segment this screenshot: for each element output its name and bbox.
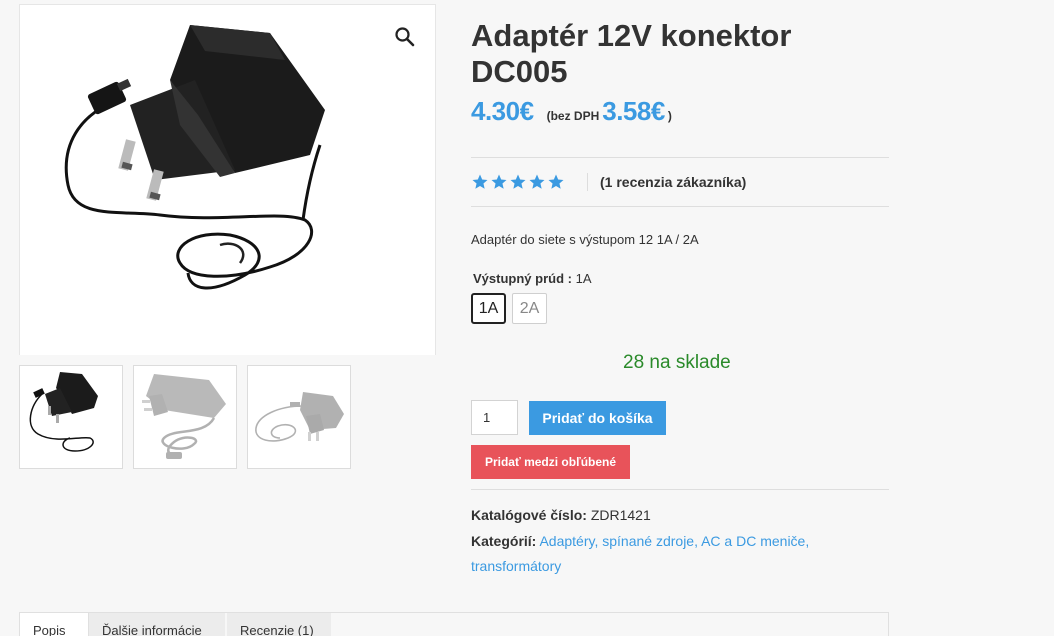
sku-value: ZDR1421 [590, 507, 651, 523]
category-link[interactable]: Adaptéry, spínané zdroje, AC a DC meniče… [539, 533, 809, 549]
quantity-input[interactable] [471, 400, 518, 435]
thumbnail-2[interactable] [133, 365, 237, 469]
divider [471, 206, 889, 207]
gallery-thumbnails [19, 365, 351, 469]
variation-selected-value: 1A [575, 271, 592, 286]
swatch-1a[interactable]: 1A [471, 293, 506, 324]
sku-label: Katalógové číslo: [471, 507, 587, 523]
adapter-thumbnail-image [142, 374, 226, 459]
add-to-cart-button[interactable]: Pridať do košíka [529, 401, 666, 435]
star-rating [471, 173, 565, 191]
rating-row: (1 recenzia zákazníka) [471, 170, 746, 194]
product-tabs: Popis Ďalšie informácie Recenzie (1) [19, 612, 889, 636]
variation-name: Výstupný prúd [473, 271, 565, 286]
adapter-thumbnail-image [29, 372, 98, 452]
tab-reviews[interactable]: Recenzie (1) [227, 613, 331, 636]
product-meta: Katalógové číslo: ZDR1421 Kategórií: Ada… [471, 503, 889, 580]
zoom-button[interactable] [393, 25, 417, 49]
star-icon [472, 174, 488, 189]
product-title: Adaptér 12V konektor DC005 [471, 18, 792, 89]
reviews-link[interactable]: (1 recenzia zákazníka) [600, 174, 746, 190]
magnifier-icon [395, 27, 415, 47]
vat-close: ) [667, 109, 672, 123]
product-main-image[interactable] [19, 4, 436, 355]
price-row: 4.30€ (bez DPH 3.58€ ) [471, 96, 672, 127]
adapter-thumbnail-image [255, 392, 344, 442]
short-description: Adaptér do siete s výstupom 12 1A / 2A [471, 232, 699, 247]
categories-label: Kategórií: [471, 532, 537, 549]
divider [471, 489, 889, 490]
thumbnail-3[interactable] [247, 365, 351, 469]
stock-status: 28 na sklade [623, 352, 731, 373]
variation-label: Výstupný prúd : 1A [473, 271, 592, 286]
rating-separator [587, 173, 588, 191]
price: 4.30€ [471, 96, 534, 126]
sku-row: Katalógové číslo: ZDR1421 [471, 503, 889, 529]
thumbnail-1[interactable] [19, 365, 123, 469]
adapter-image [64, 25, 325, 290]
vat-note: (bez DPH [546, 109, 600, 123]
category-link[interactable]: transformátory [471, 558, 561, 574]
variation-swatches: 1A 2A [471, 293, 547, 324]
variation-separator: : [567, 271, 572, 286]
divider [471, 157, 889, 158]
tab-additional-info[interactable]: Ďalšie informácie [89, 613, 225, 636]
categories-row: Kategórií: Adaptéry, spínané zdroje, AC … [471, 529, 889, 580]
add-to-wishlist-button[interactable]: Pridať medzi obľúbené [471, 445, 630, 479]
star-icon [529, 174, 545, 189]
price-without-vat: 3.58€ [602, 96, 665, 126]
star-icon [510, 174, 526, 189]
star-icon [491, 174, 507, 189]
tab-description[interactable]: Popis [20, 613, 89, 636]
swatch-2a[interactable]: 2A [512, 293, 547, 324]
star-icon [548, 174, 564, 189]
